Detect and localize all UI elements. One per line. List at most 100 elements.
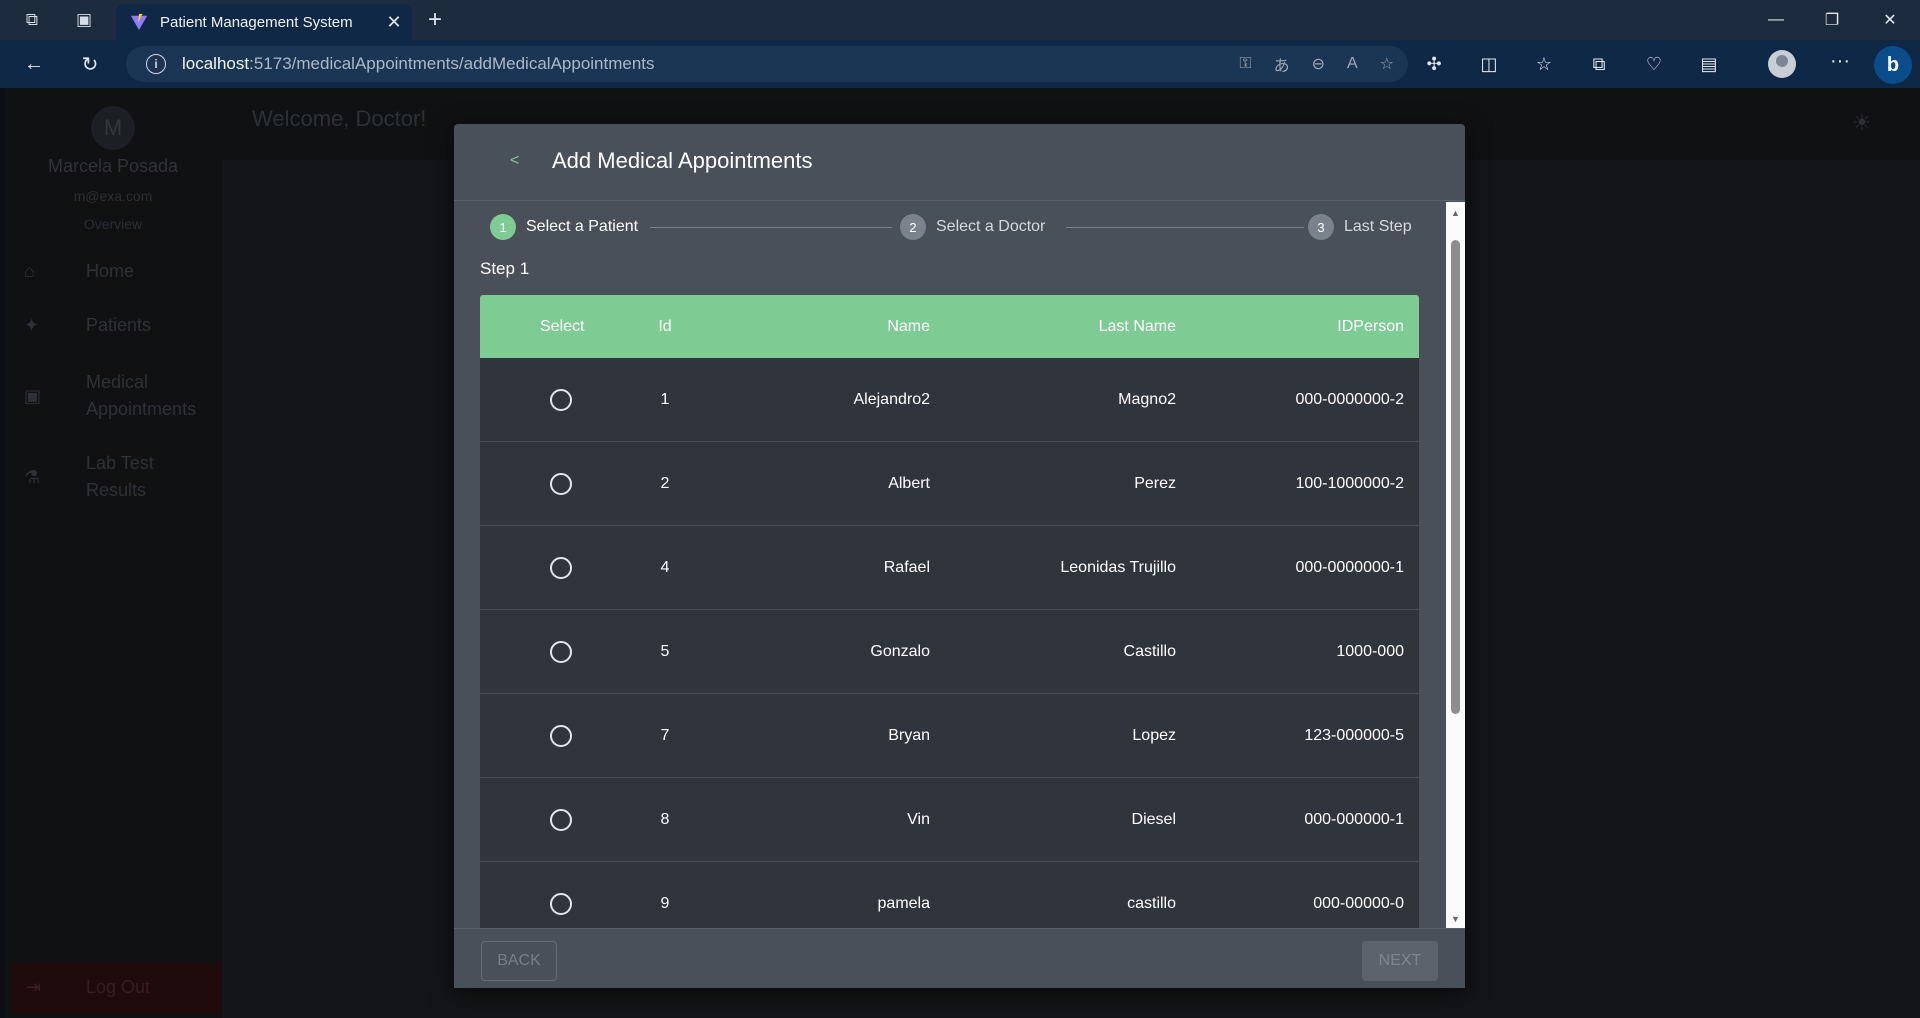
zoom-out-icon[interactable]: ⊖ (1312, 54, 1325, 74)
sidebar-item-home[interactable]: ⌂ Home (24, 261, 134, 282)
header-idperson: IDPerson (1337, 317, 1404, 335)
sidebar-item-patients[interactable]: ✦ Patients (24, 315, 151, 336)
overview-label: Overview (83, 216, 143, 232)
sidebar-item-label: Lab Test (86, 453, 154, 473)
patients-table: Select Id Name Last Name IDPerson 1 Alej… (480, 295, 1419, 928)
modal-scrollbar[interactable]: ▲ ▼ (1446, 202, 1465, 928)
cell-last-name: Castillo (1123, 642, 1176, 660)
url-path: :5173/medicalAppointments/addMedicalAppo… (249, 54, 655, 73)
browser-tab[interactable]: Patient Management System ✕ (116, 4, 412, 40)
cell-idperson: 000-000000-1 (1304, 810, 1404, 828)
sidebar-item-label: Medical (86, 372, 149, 392)
site-info-icon[interactable]: i (146, 54, 166, 74)
patient-radio[interactable] (550, 808, 572, 831)
favorites-icon[interactable]: ☆ (1530, 54, 1558, 75)
add-appointment-modal: < Add Medical Appointments 1 Select a Pa… (454, 124, 1465, 988)
step-label: Last Step (1344, 218, 1412, 235)
sidebar-item-label-2: Appointments (86, 399, 197, 419)
home-icon: ⌂ (24, 261, 35, 281)
step-number: 1 (490, 214, 516, 240)
minimize-icon[interactable]: — (1756, 6, 1796, 34)
cell-idperson: 100-1000000-2 (1295, 474, 1404, 492)
tab-actions-icon[interactable]: ▣ (72, 8, 96, 32)
table-row[interactable]: 1 Alejandro2 Magno2 000-0000000-2 (480, 358, 1419, 442)
close-tab-icon[interactable]: ✕ (382, 12, 406, 33)
scroll-down-icon[interactable]: ▼ (1446, 914, 1465, 924)
sidebar-toggle-icon[interactable]: ▤ (1695, 54, 1723, 75)
browser-tab-bar: ⧉ ▣ Patient Management System ✕ + — ❐ ✕ (0, 0, 1920, 40)
table-row[interactable]: 8 Vin Diesel 000-000000-1 (480, 778, 1419, 862)
table-row[interactable]: 4 Rafael Leonidas Trujillo 000-0000000-1 (480, 526, 1419, 610)
table-row[interactable]: 9 pamela castillo 000-00000-0 (480, 862, 1419, 928)
theme-toggle-sun-icon[interactable]: ☀ (1852, 110, 1872, 136)
cell-last-name: Magno2 (1118, 390, 1176, 408)
cell-id: 8 (660, 810, 670, 828)
cell-idperson: 1000-000 (1336, 642, 1404, 660)
sidebar-item-label: Home (86, 261, 135, 281)
cell-name: Alejandro2 (853, 390, 931, 408)
cell-name: pamela (877, 894, 930, 912)
extensions-icon[interactable]: ✣ (1420, 54, 1448, 75)
logout-button[interactable]: ⇥ Log Out (12, 962, 222, 1014)
restore-icon[interactable]: ❐ (1812, 6, 1852, 34)
lab-flask-icon: ⚗ (24, 467, 41, 487)
scroll-thumb[interactable] (1451, 240, 1460, 714)
sidebar-item-lab-test-results[interactable]: ⚗ Lab Test Results (24, 450, 154, 504)
tab-title: Patient Management System (160, 13, 353, 31)
sidebar-item-medical-appointments[interactable]: ▣ Medical Appointments (24, 369, 196, 423)
modal-header: < Add Medical Appointments (454, 124, 1465, 201)
cell-last-name: Diesel (1131, 810, 1176, 828)
refresh-icon[interactable]: ↻ (76, 50, 104, 78)
patient-radio[interactable] (550, 724, 572, 747)
cell-last-name: Lopez (1132, 726, 1176, 744)
step-select-doctor: 2 Select a Doctor (900, 214, 1045, 240)
cell-idperson: 000-0000000-2 (1295, 390, 1404, 408)
table-row[interactable]: 7 Bryan Lopez 123-000000-5 (480, 694, 1419, 778)
calendar-icon: ▣ (24, 386, 42, 406)
user-name: Marcela Posada (47, 156, 179, 176)
header-last-name: Last Name (1098, 317, 1176, 335)
workspaces-icon[interactable]: ⧉ (20, 8, 44, 32)
close-window-icon[interactable]: ✕ (1870, 6, 1910, 34)
stepper: 1 Select a Patient 2 Select a Doctor 3 L… (490, 214, 1430, 242)
cell-last-name: Perez (1134, 474, 1176, 492)
patient-radio[interactable] (550, 640, 572, 663)
step-heading: Step 1 (480, 259, 530, 278)
step-connector (650, 227, 892, 228)
patient-radio[interactable] (550, 472, 572, 495)
chevron-left-icon[interactable]: < (510, 152, 519, 170)
copilot-icon[interactable]: b (1874, 46, 1912, 84)
header-name: Name (887, 317, 930, 335)
sidebar-item-label: Patients (86, 315, 152, 335)
more-options-icon[interactable]: ··· (1826, 50, 1854, 78)
translate-icon[interactable]: あ (1274, 52, 1290, 76)
table-row[interactable]: 2 Albert Perez 100-1000000-2 (480, 442, 1419, 526)
modal-title: Add Medical Appointments (552, 148, 813, 173)
collections-icon[interactable]: ⧉ (1585, 54, 1613, 75)
favorite-star-icon[interactable]: ☆ (1380, 54, 1394, 74)
patient-radio[interactable] (550, 892, 572, 915)
user-email: m@exa.com (73, 188, 153, 204)
patient-radio[interactable] (550, 556, 572, 579)
split-screen-icon[interactable]: ◫ (1475, 54, 1503, 75)
cell-name: Bryan (888, 726, 930, 744)
profile-avatar-icon[interactable] (1768, 50, 1796, 78)
modal-footer: BACK NEXT (454, 928, 1465, 988)
welcome-text: Welcome, Doctor! (252, 106, 427, 131)
browser-essentials-icon[interactable]: ♡ (1640, 54, 1668, 75)
key-icon[interactable]: ⚿ (1239, 55, 1251, 73)
cell-id: 1 (660, 390, 670, 408)
sidebar-item-label-2: Results (86, 480, 147, 500)
next-button[interactable]: NEXT (1362, 941, 1438, 981)
user-avatar: M (91, 106, 135, 150)
logout-icon: ⇥ (26, 977, 42, 997)
url-field[interactable]: i localhost:5173/medicalAppointments/add… (126, 46, 1408, 82)
back-button[interactable]: BACK (481, 941, 557, 981)
new-tab-icon[interactable]: + (422, 6, 448, 33)
table-row[interactable]: 5 Gonzalo Castillo 1000-000 (480, 610, 1419, 694)
step-connector (1066, 227, 1304, 228)
scroll-up-icon[interactable]: ▲ (1446, 208, 1465, 218)
patient-radio[interactable] (550, 388, 572, 411)
back-arrow-icon[interactable]: ← (20, 50, 48, 78)
read-aloud-icon[interactable]: A (1347, 55, 1358, 73)
